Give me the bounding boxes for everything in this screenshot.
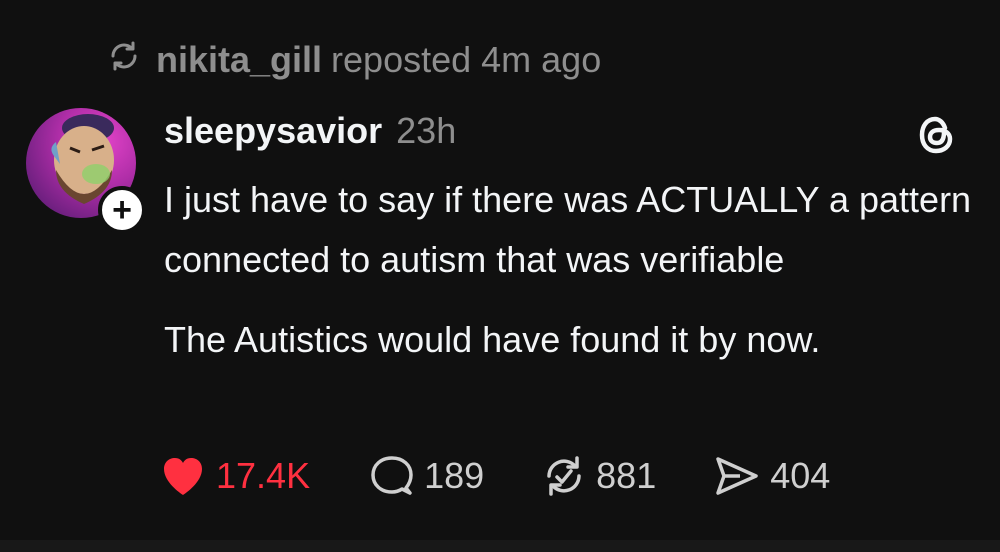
post-actions: 17.4K 189 881 404: [160, 448, 830, 504]
post-author-line: sleepysavior 23h: [164, 104, 456, 158]
threads-logo-icon[interactable]: [912, 110, 962, 160]
like-count: 17.4K: [216, 455, 311, 496]
repost-count: 881: [596, 455, 657, 496]
repost-text: reposted 4m ago: [331, 39, 602, 80]
share-count: 404: [770, 455, 831, 496]
post-paragraph-1: I just have to say if there was ACTUALLY…: [164, 179, 972, 280]
comment-icon: [370, 454, 414, 498]
send-icon: [714, 455, 760, 497]
share-button[interactable]: 404: [714, 455, 830, 497]
repost-header: nikita_gill reposted 4m ago: [106, 38, 601, 82]
comment-count: 189: [424, 455, 485, 496]
post-timestamp: 23h: [396, 110, 457, 151]
author-avatar-container[interactable]: +: [26, 108, 146, 234]
repost-action-icon: [542, 454, 586, 498]
repost-username[interactable]: nikita_gill: [156, 39, 322, 80]
author-username[interactable]: sleepysavior: [164, 110, 382, 152]
follow-button[interactable]: +: [98, 186, 146, 234]
repost-button[interactable]: 881: [542, 454, 656, 498]
divider: [0, 540, 1000, 552]
like-button[interactable]: 17.4K: [160, 455, 310, 497]
comment-button[interactable]: 189: [370, 454, 484, 498]
heart-icon: [160, 455, 206, 497]
repost-icon: [106, 38, 142, 83]
post-paragraph-2: The Autistics would have found it by now…: [164, 319, 821, 360]
post-body: I just have to say if there was ACTUALLY…: [164, 170, 984, 370]
